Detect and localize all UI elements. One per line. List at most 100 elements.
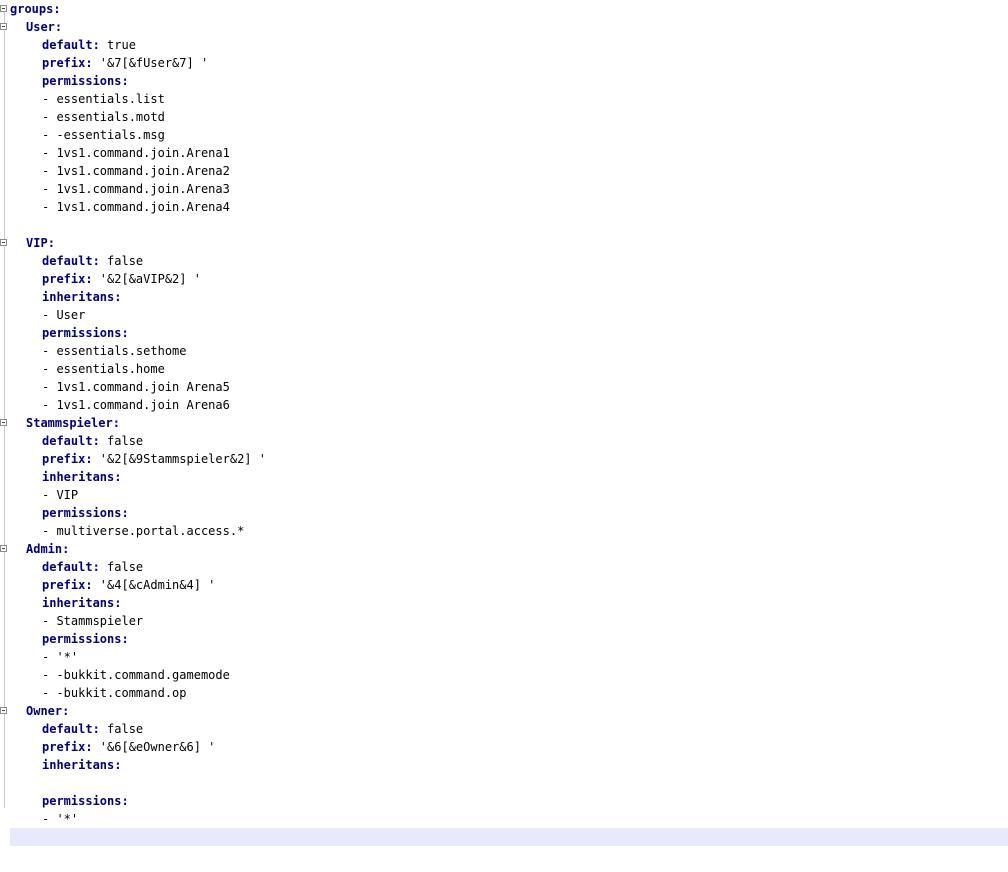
permission-item-line: - essentials.list (10, 90, 1008, 108)
inheritance-item: VIP (56, 488, 79, 502)
inheritance-item-line: - User (10, 306, 1008, 324)
current-line (10, 828, 1008, 846)
permission-item: essentials.sethome (56, 344, 187, 358)
default-value: false (99, 722, 144, 736)
permissions-key-line: permissions: (10, 72, 1008, 90)
group-name: Admin (26, 542, 63, 556)
default-line: default: false (10, 720, 1008, 738)
list-dash: - (42, 128, 57, 142)
prefix-value: '&7[&fUser&7] ' (92, 56, 209, 70)
group-header-line: Admin: (10, 540, 1008, 558)
fold-gutter (0, 0, 10, 872)
permissions-key-line: permissions: (10, 630, 1008, 648)
prefix-key: prefix: (42, 272, 93, 286)
root-key-line: groups: (10, 0, 1008, 18)
group-header-line: User: (10, 18, 1008, 36)
yaml-editor[interactable]: groups: User: default: true prefix: '&7[&fU… (0, 0, 1008, 872)
permissions-key: permissions: (42, 632, 129, 646)
permissions-key: permissions: (42, 326, 129, 340)
colon: : (62, 542, 70, 556)
permission-item: 1vs1.command.join.Arena1 (56, 146, 230, 160)
prefix-key: prefix: (42, 452, 93, 466)
permission-item-line: - essentials.home (10, 360, 1008, 378)
permissions-key: permissions: (42, 794, 129, 808)
yaml-key: groups (10, 2, 54, 16)
inheritance-key-line: inheritans: (10, 756, 1008, 774)
list-dash: - (42, 398, 57, 412)
prefix-line: prefix: '&4[&cAdmin&4] ' (10, 576, 1008, 594)
default-key: default: (42, 560, 100, 574)
inheritance-key: inheritans: (42, 758, 122, 772)
default-value: false (99, 434, 144, 448)
inheritance-key-line: inheritans: (10, 288, 1008, 306)
prefix-value: '&2[&9Stammspieler&2] ' (92, 452, 266, 466)
permission-item-line: - essentials.sethome (10, 342, 1008, 360)
list-dash: - (42, 362, 57, 376)
blank (10, 218, 17, 232)
permission-item: multiverse.portal.access.* (56, 524, 245, 538)
prefix-key: prefix: (42, 56, 93, 70)
fold-toggle-icon[interactable] (0, 239, 7, 246)
prefix-value: '&6[&eOwner&6] ' (92, 740, 216, 754)
caret-line (10, 830, 17, 844)
fold-toggle-icon[interactable] (0, 545, 7, 552)
list-dash: - (42, 668, 57, 682)
colon: : (62, 704, 70, 718)
permission-item: -essentials.msg (56, 128, 165, 142)
default-key: default: (42, 38, 100, 52)
inheritance-item: User (56, 308, 86, 322)
permission-item-line: - 1vs1.command.join.Arena3 (10, 180, 1008, 198)
list-dash: - (42, 344, 57, 358)
fold-toggle-icon[interactable] (0, 419, 7, 426)
list-dash: - (42, 164, 57, 178)
default-value: false (99, 560, 144, 574)
permission-item-line: - essentials.motd (10, 108, 1008, 126)
list-dash: - (42, 812, 57, 826)
list-dash: - (42, 524, 57, 538)
permission-item: 1vs1.command.join.Arena3 (56, 182, 230, 196)
permission-item: -bukkit.command.op (56, 686, 187, 700)
permission-item-line: - 1vs1.command.join.Arena2 (10, 162, 1008, 180)
permission-item: 1vs1.command.join Arena6 (56, 398, 230, 412)
permission-item-line: - -essentials.msg (10, 126, 1008, 144)
permission-item: essentials.list (56, 92, 165, 106)
permissions-key-line: permissions: (10, 792, 1008, 810)
group-header-line: Owner: (10, 702, 1008, 720)
default-line: default: false (10, 432, 1008, 450)
list-dash: - (42, 200, 57, 214)
list-dash: - (42, 182, 57, 196)
inheritance-key-line: inheritans: (10, 594, 1008, 612)
blank-line (10, 216, 1008, 234)
permission-item-line: - 1vs1.command.join Arena5 (10, 378, 1008, 396)
inheritance-key: inheritans: (42, 290, 122, 304)
prefix-value: '&4[&cAdmin&4] ' (92, 578, 216, 592)
prefix-line: prefix: '&2[&aVIP&2] ' (10, 270, 1008, 288)
permission-item-line: - -bukkit.command.gamemode (10, 666, 1008, 684)
fold-toggle-icon[interactable] (0, 5, 7, 12)
prefix-line: prefix: '&6[&eOwner&6] ' (10, 738, 1008, 756)
code-area[interactable]: groups: User: default: true prefix: '&7[&fU… (10, 0, 1008, 846)
permission-item-line: - 1vs1.command.join Arena6 (10, 396, 1008, 414)
permission-item-line: - '*' (10, 810, 1008, 828)
permission-item: 1vs1.command.join.Arena2 (56, 164, 230, 178)
list-dash: - (42, 92, 57, 106)
list-dash: - (42, 488, 57, 502)
permission-item: '*' (56, 812, 79, 826)
group-name: VIP (26, 236, 48, 250)
permission-item: essentials.home (56, 362, 165, 376)
permission-item: -bukkit.command.gamemode (56, 668, 230, 682)
permission-item-line: - -bukkit.command.op (10, 684, 1008, 702)
default-value: false (99, 254, 144, 268)
permission-item: 1vs1.command.join Arena5 (56, 380, 230, 394)
default-key: default: (42, 722, 100, 736)
inheritance-item-line: - Stammspieler (10, 612, 1008, 630)
group-header-line: Stammspieler: (10, 414, 1008, 432)
fold-guide-line (4, 8, 5, 808)
fold-toggle-icon[interactable] (0, 23, 7, 30)
inheritance-item-line: - VIP (10, 486, 1008, 504)
permission-item-line: - 1vs1.command.join.Arena1 (10, 144, 1008, 162)
list-dash: - (42, 308, 57, 322)
list-dash: - (42, 686, 57, 700)
inheritance-key: inheritans: (42, 596, 122, 610)
fold-toggle-icon[interactable] (0, 707, 7, 714)
